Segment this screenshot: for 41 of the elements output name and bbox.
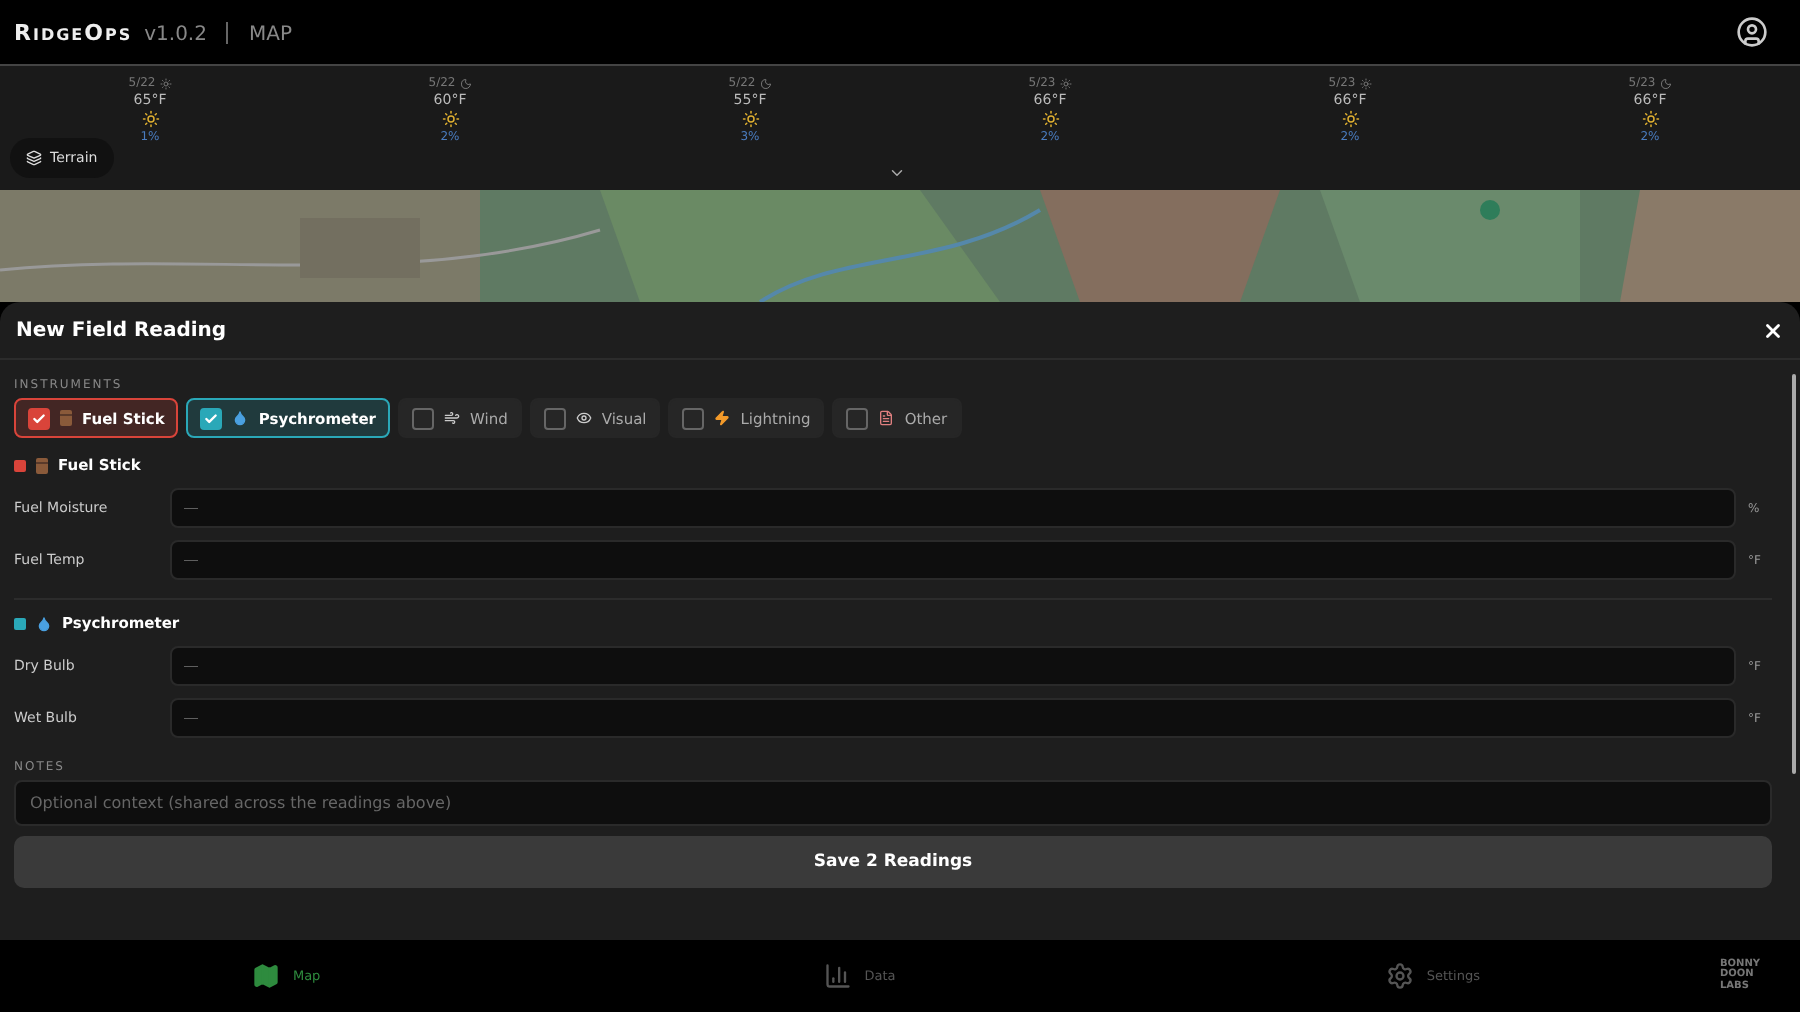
map-icon bbox=[252, 962, 281, 990]
checkbox[interactable] bbox=[28, 407, 50, 429]
notes-field[interactable]: Optional context (shared across the readings above) bbox=[14, 780, 1772, 826]
sun-icon bbox=[1641, 110, 1659, 128]
chevron-down-icon[interactable] bbox=[888, 164, 906, 182]
moon-icon bbox=[1659, 77, 1672, 89]
log-icon bbox=[36, 457, 48, 473]
checkbox[interactable] bbox=[543, 407, 566, 429]
app-version: v1.0.2 bbox=[144, 23, 207, 45]
bar-chart-icon bbox=[824, 962, 853, 990]
sun-icon bbox=[1041, 110, 1059, 128]
app-name: RidgeOps bbox=[14, 19, 133, 45]
save-button[interactable]: Save 2 Readings bbox=[14, 836, 1772, 888]
wind-icon bbox=[444, 410, 460, 426]
log-icon bbox=[60, 410, 72, 426]
section-title: MAP bbox=[248, 23, 292, 45]
drop-icon bbox=[36, 615, 52, 631]
user-icon[interactable] bbox=[1736, 16, 1768, 48]
sun-icon bbox=[1059, 77, 1072, 89]
sun-icon bbox=[159, 77, 172, 89]
eye-icon bbox=[575, 410, 592, 426]
checkbox[interactable] bbox=[682, 407, 705, 429]
checkbox[interactable] bbox=[412, 407, 434, 429]
checkbox[interactable] bbox=[846, 407, 869, 429]
check-icon bbox=[32, 411, 46, 425]
sun-icon bbox=[441, 110, 459, 128]
moon-icon bbox=[459, 77, 472, 89]
checkbox[interactable] bbox=[200, 407, 223, 429]
close-icon[interactable] bbox=[1762, 319, 1784, 341]
sun-icon bbox=[1341, 110, 1359, 128]
check-icon bbox=[204, 411, 219, 425]
sheet-title: New Field Reading bbox=[16, 319, 227, 341]
sun-icon bbox=[1359, 77, 1372, 89]
settings-icon bbox=[1386, 962, 1415, 990]
layers-icon bbox=[26, 150, 42, 166]
document-icon bbox=[878, 410, 895, 426]
sun-icon bbox=[141, 110, 159, 128]
moon-icon bbox=[759, 77, 772, 89]
bolt-icon bbox=[714, 410, 731, 426]
sun-icon bbox=[741, 110, 759, 128]
drop-icon bbox=[232, 410, 249, 426]
